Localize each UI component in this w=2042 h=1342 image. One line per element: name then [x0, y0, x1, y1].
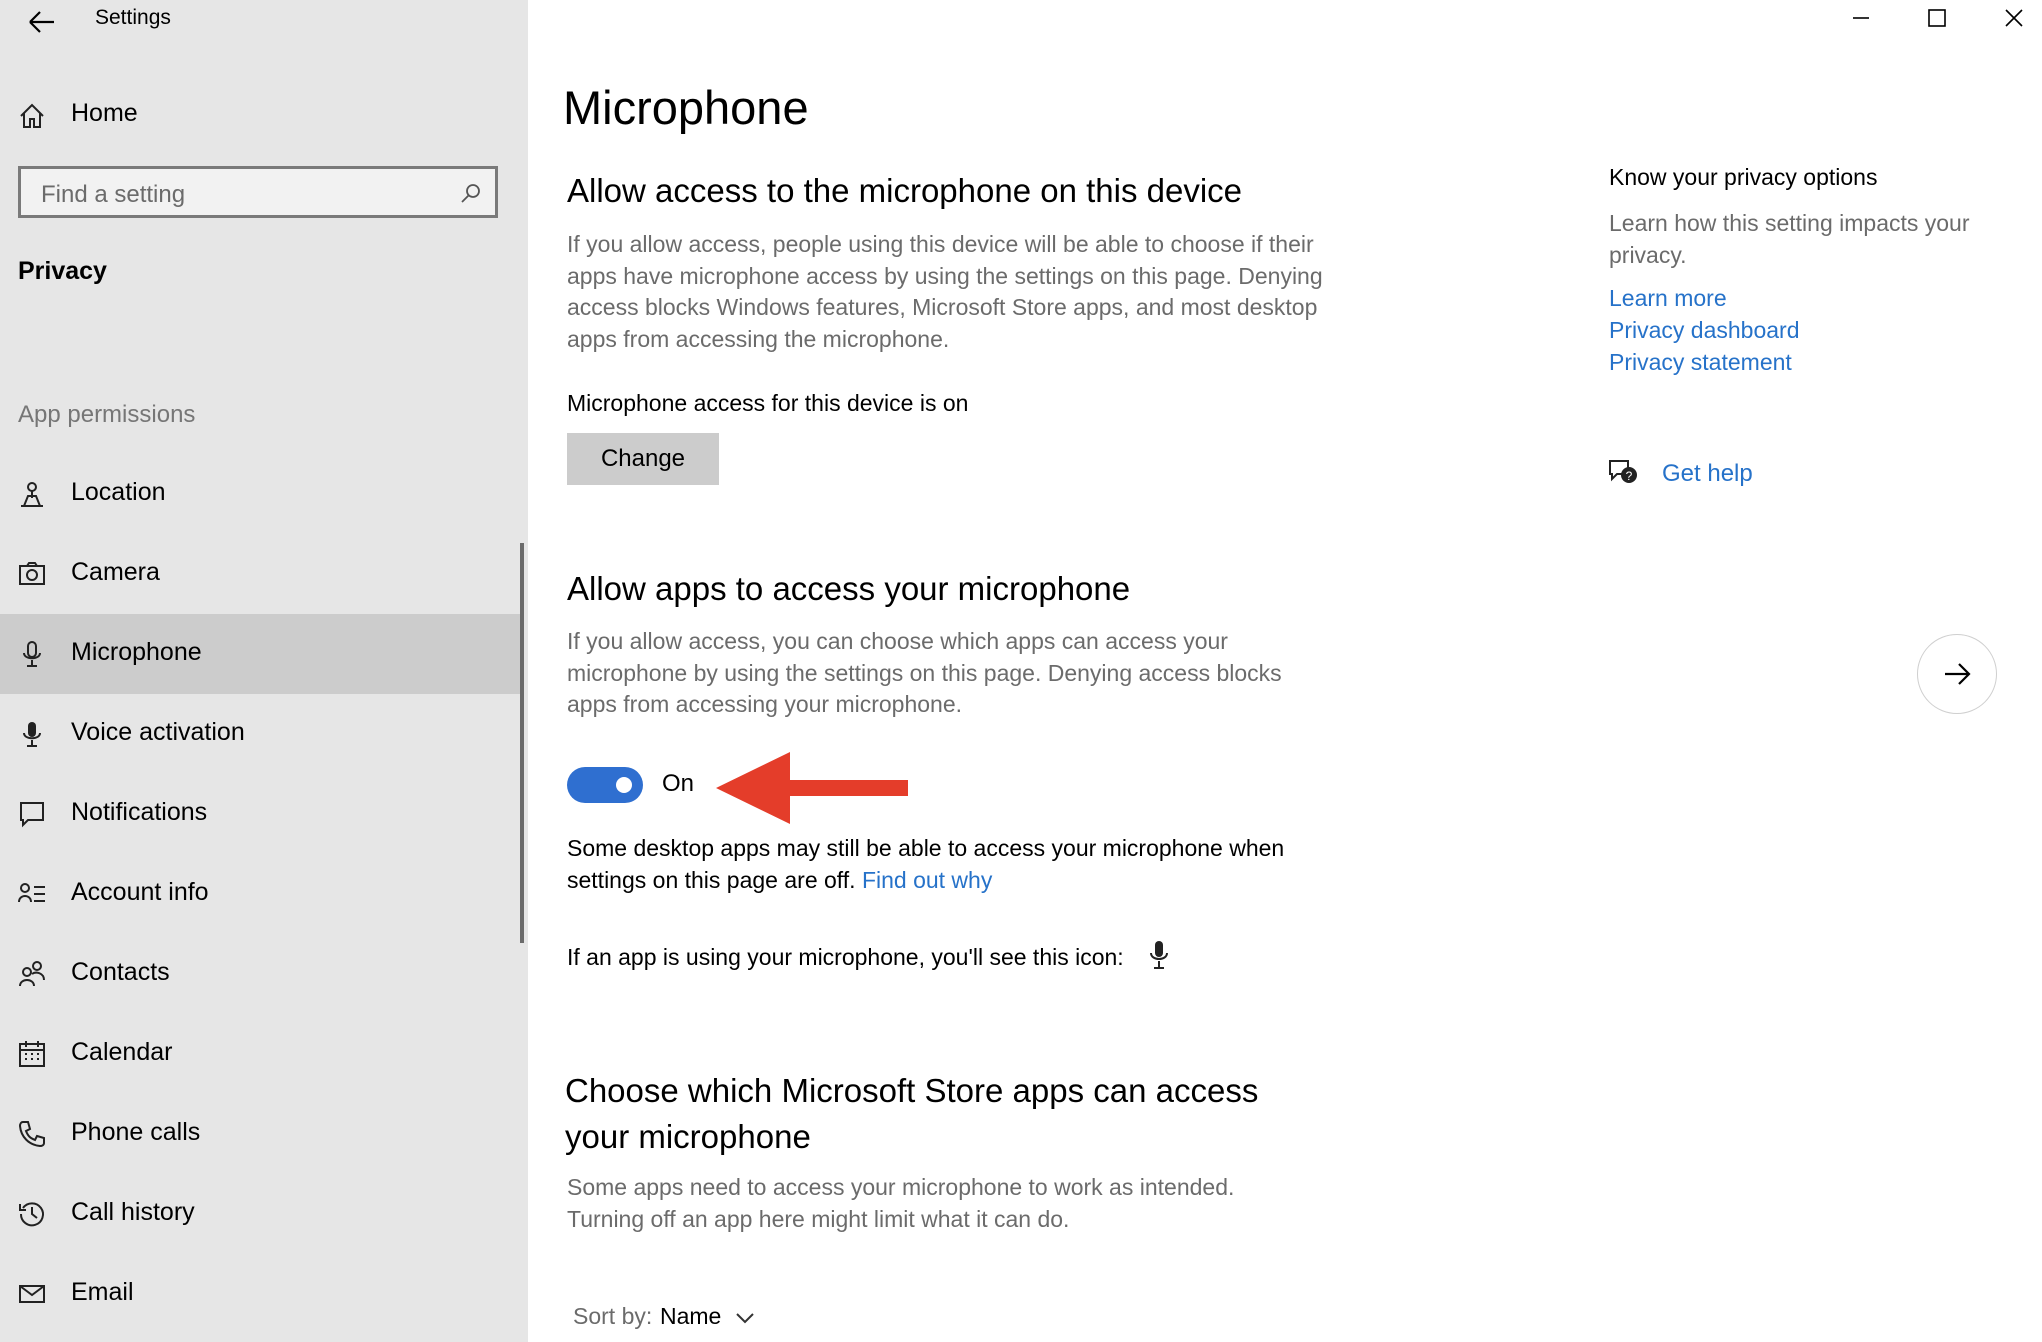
sidebar-item-contacts[interactable]: Contacts [0, 934, 522, 1014]
section-title: Privacy [18, 257, 107, 285]
sidebar-item-phone-calls[interactable]: Phone calls [0, 1094, 522, 1174]
desktop-apps-note: Some desktop apps may still be able to a… [567, 832, 1347, 896]
mic-icon-note: If an app is using your microphone, you'… [567, 944, 1124, 970]
minimize-button[interactable] [1823, 0, 1899, 40]
sidebar-item-location[interactable]: Location [0, 454, 522, 534]
privacy-statement-link[interactable]: Privacy statement [1609, 349, 1792, 376]
store-apps-heading-line1: Choose which Microsoft Store apps can ac… [565, 1072, 1259, 1109]
notifications-icon [20, 802, 44, 828]
history-icon [19, 1202, 44, 1227]
sidebar-item-account-info[interactable]: Account info [0, 854, 522, 934]
group-label: App permissions [18, 401, 196, 428]
sidebar-item-label: Email [71, 1278, 134, 1306]
page-title: Microphone [563, 81, 809, 134]
close-button[interactable] [1966, 0, 2042, 40]
sidebar-item-label: Account info [71, 878, 209, 906]
phone-icon [18, 1121, 45, 1148]
sidebar-item-calendar[interactable]: Calendar [0, 1014, 522, 1094]
sidebar: Settings Home Find a setting Privacy App… [0, 0, 528, 1342]
minimize-icon [1853, 17, 1869, 19]
sidebar-item-notifications[interactable]: Notifications [0, 774, 522, 854]
microphone-icon [23, 641, 41, 667]
sidebar-item-camera[interactable]: Camera [0, 534, 522, 614]
location-icon [21, 482, 43, 507]
sidebar-item-label: Voice activation [71, 718, 245, 746]
store-apps-heading-line2: your microphone [565, 1118, 811, 1155]
toggle-knob [616, 777, 632, 793]
sort-label: Sort by: [573, 1303, 653, 1329]
arrow-right-icon [1945, 663, 1971, 685]
find-out-why-link[interactable]: Find out why [862, 867, 992, 893]
device-access-description: If you allow access, people using this d… [567, 231, 1323, 352]
sidebar-item-label: Location [71, 478, 166, 506]
search-input[interactable]: Find a setting [18, 166, 498, 218]
back-arrow-icon [29, 11, 54, 33]
email-icon [19, 1285, 45, 1303]
sidebar-item-label: Phone calls [71, 1118, 201, 1146]
app-access-heading: Allow apps to access your microphone [567, 570, 1131, 607]
sidebar-scrollbar[interactable] [520, 543, 524, 943]
microphone-icon [1150, 941, 1168, 969]
chevron-down-icon[interactable] [736, 1312, 754, 1324]
sidebar-item-label: Contacts [71, 958, 170, 986]
sidebar-item-label: Calendar [71, 1038, 173, 1066]
account-info-icon [18, 883, 45, 903]
sidebar-item-microphone[interactable]: Microphone [0, 614, 522, 694]
back-button[interactable] [16, 4, 64, 44]
privacy-dashboard-link[interactable]: Privacy dashboard [1609, 317, 1800, 344]
sidebar-item-label: Microphone [71, 638, 202, 666]
close-icon [2005, 9, 2023, 27]
camera-icon [19, 562, 45, 585]
help-chat-icon: ? [1609, 460, 1637, 483]
sidebar-item-label: Notifications [71, 798, 208, 826]
voice-activation-icon [23, 722, 41, 747]
store-apps-description: Some apps need to access your microphone… [567, 1174, 1235, 1232]
sidebar-item-label: Call history [71, 1198, 195, 1226]
app-access-description: If you allow access, you can choose whic… [567, 628, 1282, 717]
next-button[interactable] [1917, 634, 1997, 714]
sidebar-item-label: Home [71, 99, 138, 127]
maximize-button[interactable] [1899, 0, 1975, 40]
get-help-link[interactable]: Get help [1662, 460, 1753, 488]
search-icon [461, 184, 480, 203]
learn-more-link[interactable]: Learn more [1609, 285, 1727, 312]
app-access-toggle[interactable] [567, 767, 643, 803]
contacts-icon [19, 961, 45, 987]
toggle-state-label: On [662, 770, 695, 797]
sidebar-item-voice-activation[interactable]: Voice activation [0, 694, 522, 774]
window-title: Settings [95, 6, 171, 29]
sidebar-item-call-history[interactable]: Call history [0, 1174, 522, 1254]
search-placeholder: Find a setting [41, 181, 186, 208]
home-icon [20, 103, 44, 128]
store-apps-heading: Choose which Microsoft Store apps can ac… [565, 1068, 1258, 1160]
privacy-options-description: Learn how this setting impacts your priv… [1609, 210, 1970, 268]
privacy-options-title: Know your privacy options [1609, 164, 1878, 190]
svg-text:?: ? [1626, 469, 1633, 483]
sort-dropdown[interactable]: Name [660, 1303, 721, 1330]
calendar-icon [19, 1041, 45, 1067]
device-access-heading: Allow access to the microphone on this d… [567, 172, 1243, 209]
change-button[interactable]: Change [567, 433, 719, 485]
sidebar-item-label: Camera [71, 558, 160, 586]
annotation-arrow-icon [716, 752, 908, 824]
device-access-status: Microphone access for this device is on [567, 390, 969, 416]
sidebar-item-email[interactable]: Email [0, 1254, 522, 1334]
sidebar-item-home[interactable]: Home [0, 84, 528, 148]
maximize-icon [1928, 9, 1946, 27]
